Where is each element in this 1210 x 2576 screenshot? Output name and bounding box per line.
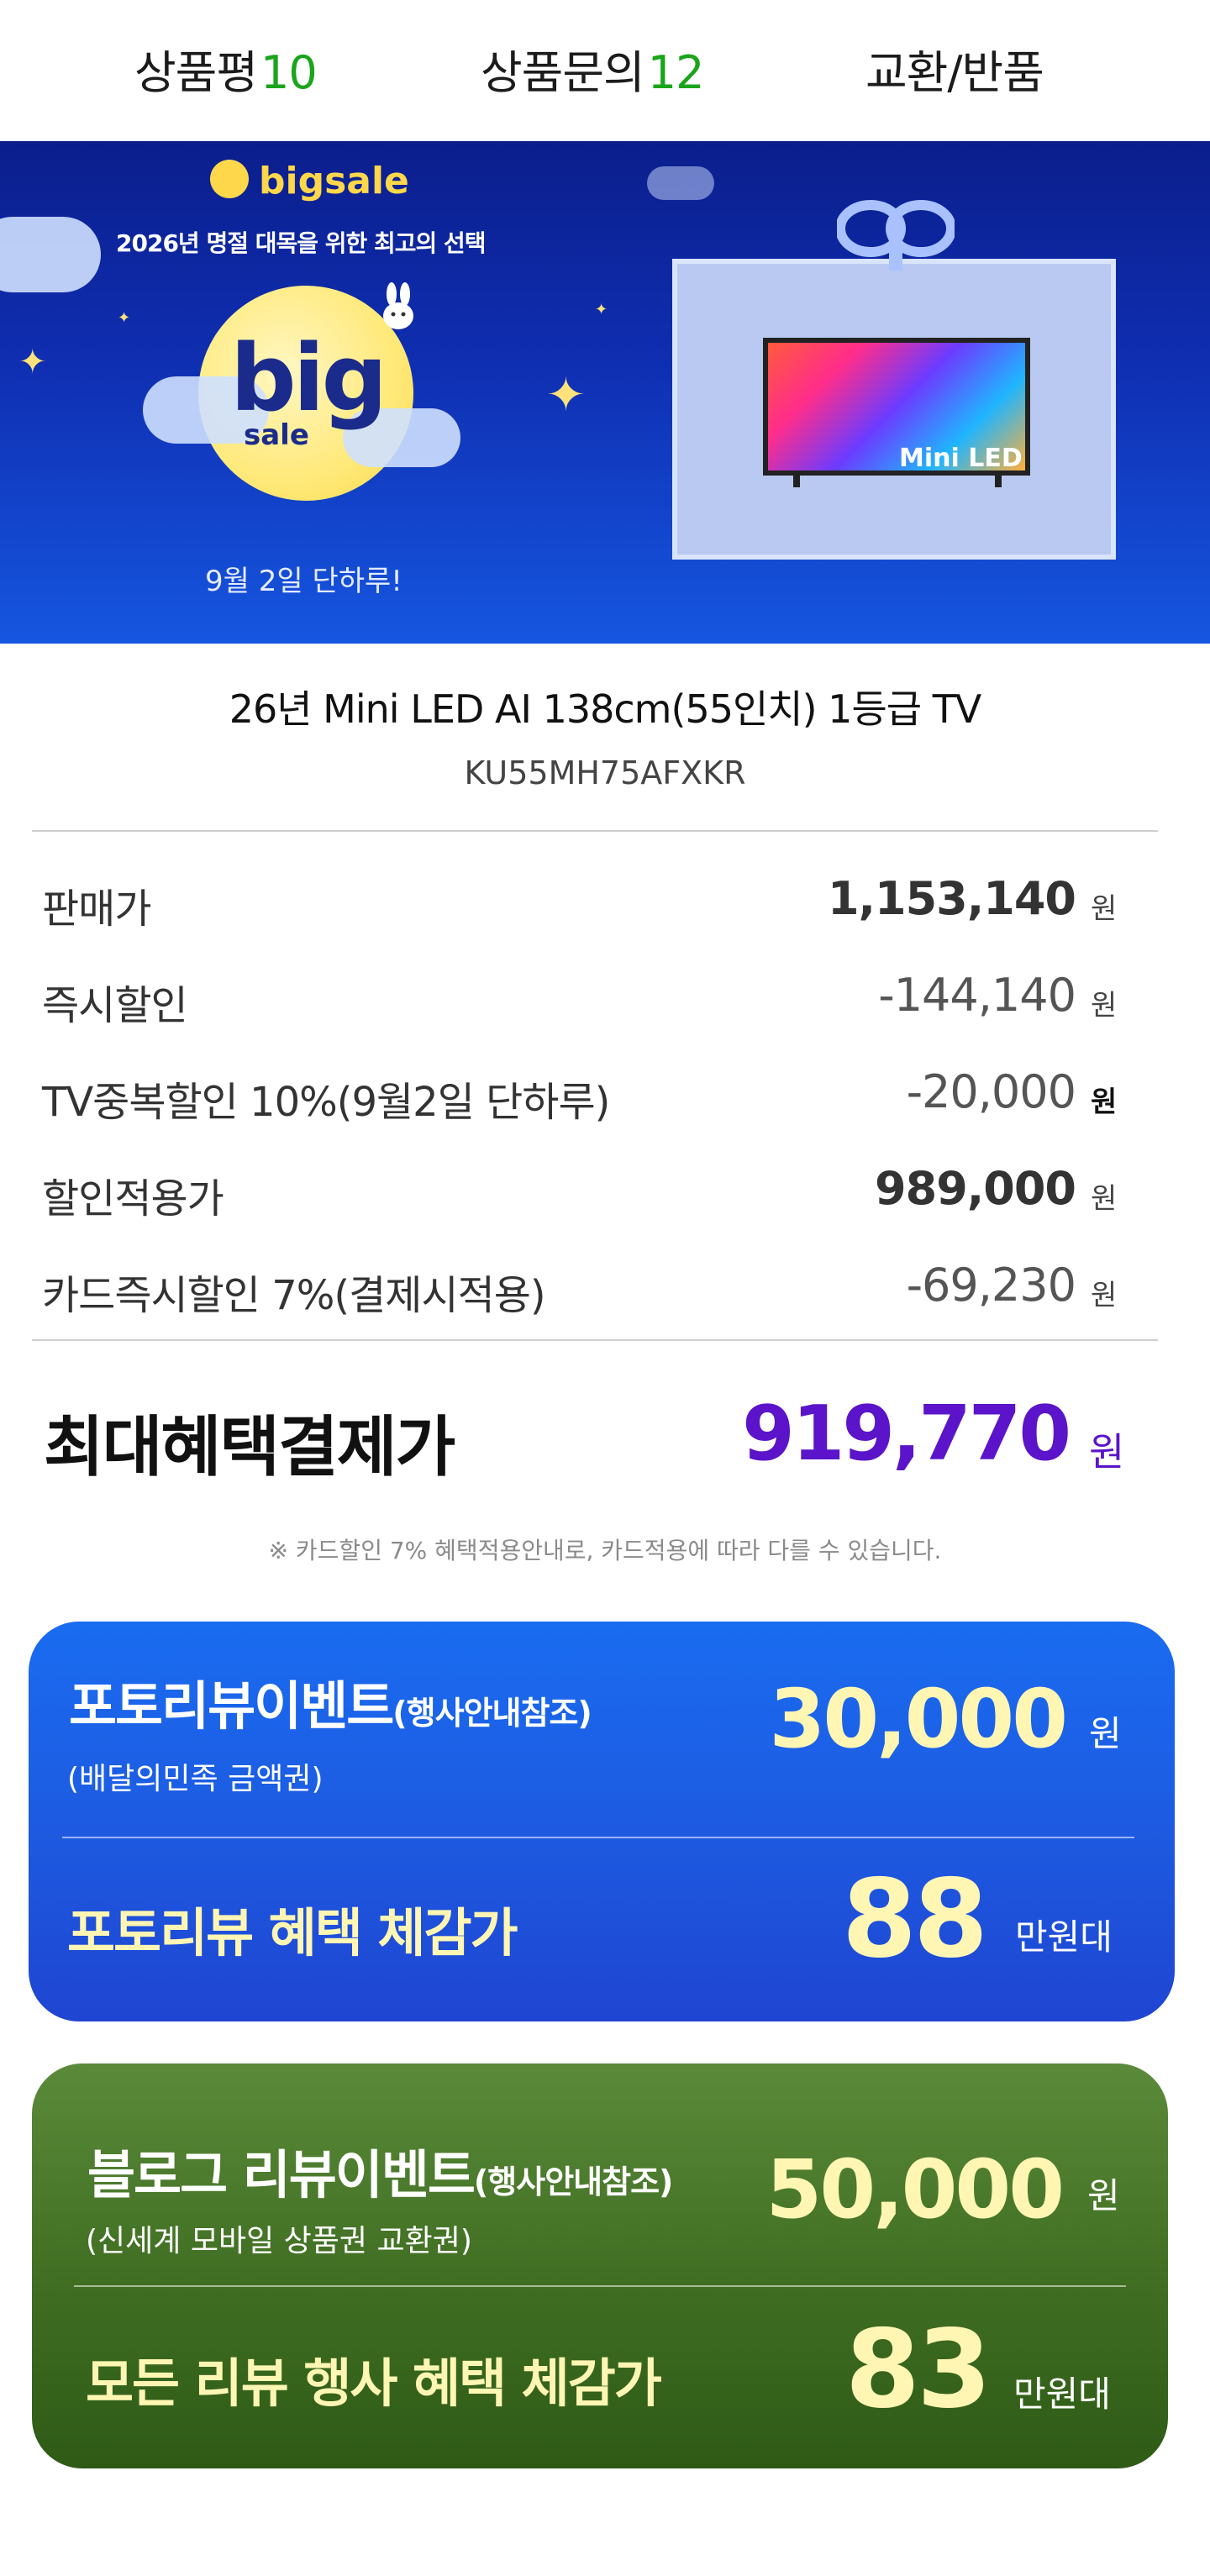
event-divider	[62, 1837, 1134, 1838]
event-title: 블로그 리뷰이벤트(행사안내참조)	[87, 2132, 673, 2208]
tv-stand	[793, 476, 800, 487]
event-bottom-label: 포토리뷰 혜택 체감가	[67, 1902, 518, 1964]
price-label-instant-discount: 즉시할인	[42, 982, 188, 1029]
card-discount-note: ※ 카드할인 7% 혜택적용안내로, 카드적용에 따라 다를 수 있습니다.	[268, 1537, 942, 1564]
review-tabs: 상품평10 상품문의12 교환/반품	[0, 0, 1210, 141]
banner-date: 9월 2일 단하루!	[205, 565, 402, 598]
tab-inquiries-count: 12	[647, 46, 705, 99]
tab-inquiries[interactable]: 상품문의12	[481, 35, 705, 102]
product-model: KU55MH75AFXKR	[464, 754, 746, 791]
price-label-card-discount: 카드즉시할인 7%(결제시적용)	[42, 1272, 546, 1319]
tab-reviews-count: 10	[260, 46, 318, 99]
event-divider	[74, 2285, 1126, 2287]
price-label-applied: 할인적용가	[42, 1175, 224, 1222]
bunny-icon	[383, 282, 413, 329]
banner-subtitle: 2026년 명절 대목을 위한 최고의 선택	[116, 229, 487, 257]
cloud-decoration	[0, 217, 101, 292]
divider	[32, 830, 1158, 832]
blog-review-event-card[interactable]: 블로그 리뷰이벤트(행사안내참조) (신세계 모바일 상품권 교환권) 50,0…	[32, 2063, 1168, 2468]
price-unit: 원	[1091, 1279, 1118, 1312]
cloud-decoration	[647, 166, 714, 200]
event-bottom-unit: 만원대	[1013, 2374, 1111, 2415]
best-price-label: 최대혜택결제가	[44, 1410, 455, 1485]
event-title: 포토리뷰이벤트(행사안내참조)	[69, 1664, 592, 1739]
event-amount: 50,000	[765, 2142, 1065, 2237]
event-title-text: 포토리뷰이벤트	[69, 1675, 394, 1737]
event-bottom-value: 88	[841, 1857, 988, 1982]
event-bottom-label: 모든 리뷰 행사 혜택 체감가	[86, 2353, 662, 2414]
sparkle-icon: ✦	[18, 343, 47, 381]
bigsale-logo: bigsale	[210, 160, 409, 202]
tab-reviews[interactable]: 상품평10	[134, 35, 318, 102]
event-bottom-value: 83	[844, 2307, 992, 2432]
event-amount-unit: 원	[1087, 2175, 1120, 2216]
event-amount: 30,000	[769, 1672, 1068, 1766]
tv-label: Mini LED	[899, 444, 1023, 473]
tab-exchange-return[interactable]: 교환/반품	[865, 35, 1044, 102]
divider	[32, 1339, 1158, 1341]
tv-stand	[995, 476, 1002, 487]
promo-banner: ✦ ✦ ✦ ✦ bigsale 2026년 명절 대목을 위한 최고의 선택 b…	[0, 141, 1210, 644]
brand-logo-icon	[210, 160, 249, 198]
sparkle-icon: ✦	[595, 301, 608, 318]
event-amount-unit: 원	[1089, 1713, 1122, 1754]
best-price-unit: 원	[1089, 1429, 1125, 1475]
price-unit: 원	[1091, 892, 1118, 926]
brand-name: bigsale	[259, 160, 409, 202]
price-unit: 원	[1091, 989, 1118, 1023]
price-value-applied: 989,000	[875, 1162, 1076, 1215]
price-value-instant-discount: -144,140	[878, 969, 1076, 1022]
price-unit: 원	[1091, 1086, 1118, 1119]
price-value-card-discount: -69,230	[906, 1259, 1076, 1312]
event-subtitle: (신세계 모바일 상품권 교환권)	[86, 2224, 472, 2258]
product-title: 26년 Mini LED AI 138cm(55인치) 1등급 TV	[229, 686, 982, 732]
price-value-tv-discount: -20,000	[906, 1065, 1076, 1118]
gift-bow-icon	[837, 200, 955, 271]
price-unit: 원	[1091, 1182, 1118, 1216]
event-bottom-unit: 만원대	[1015, 1916, 1113, 1958]
tab-inquiries-label: 상품문의	[481, 46, 645, 99]
badge-sale-text: sale	[244, 418, 309, 452]
price-value-sale: 1,153,140	[827, 872, 1076, 925]
event-title-text: 블로그 리뷰이벤트	[87, 2144, 476, 2205]
tab-reviews-label: 상품평	[134, 46, 258, 99]
event-title-note: (행사안내참조)	[392, 1695, 592, 1732]
photo-review-event-card[interactable]: 포토리뷰이벤트(행사안내참조) (배달의민족 금액권) 30,000 원 포토리…	[29, 1622, 1175, 2021]
tab-exchange-return-label: 교환/반품	[865, 46, 1044, 99]
best-price-value: 919,770	[742, 1390, 1071, 1478]
sparkle-icon: ✦	[546, 368, 586, 423]
price-label-tv-discount: TV중복할인 10%(9월2일 단하루)	[42, 1079, 610, 1126]
event-title-note: (행사안내참조)	[473, 2163, 673, 2200]
price-label-sale: 판매가	[42, 886, 151, 933]
sparkle-icon: ✦	[118, 309, 131, 327]
event-subtitle: (배달의민족 금액권)	[67, 1762, 324, 1796]
badge-big-text: big	[230, 324, 387, 432]
